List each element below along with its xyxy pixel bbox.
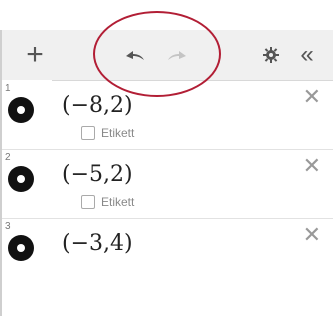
label-checkbox[interactable] xyxy=(81,126,95,140)
point-expression[interactable]: (−5,2) xyxy=(62,162,133,187)
add-button[interactable]: + xyxy=(20,30,50,80)
label-toggle[interactable]: Etikett xyxy=(81,126,134,140)
visibility-toggle-icon[interactable] xyxy=(8,235,34,261)
point-expression[interactable]: (−3,4) xyxy=(62,231,133,256)
label-text: Etikett xyxy=(101,195,135,209)
label-text: Etikett xyxy=(101,126,135,140)
visibility-toggle-icon[interactable] xyxy=(8,166,34,192)
delete-row-icon[interactable]: ✕ xyxy=(303,85,321,110)
row-number: 1 xyxy=(5,83,11,94)
settings-button[interactable] xyxy=(256,30,286,80)
label-checkbox[interactable] xyxy=(81,195,95,209)
algebra-row[interactable]: 3 (−3,4) ✕ xyxy=(2,219,333,287)
row-number: 2 xyxy=(5,152,11,163)
row-number: 3 xyxy=(5,221,11,232)
highlight-circle-annotation xyxy=(93,11,221,97)
collapse-panel-button[interactable]: « xyxy=(292,30,322,80)
delete-row-icon[interactable]: ✕ xyxy=(303,154,321,179)
point-expression[interactable]: (−8,2) xyxy=(62,93,133,118)
visibility-toggle-icon[interactable] xyxy=(8,97,34,123)
delete-row-icon[interactable]: ✕ xyxy=(303,223,321,248)
algebra-row[interactable]: 2 (−5,2) ✕ Etikett xyxy=(2,150,333,219)
label-toggle[interactable]: Etikett xyxy=(81,195,134,209)
gear-icon xyxy=(263,47,279,63)
